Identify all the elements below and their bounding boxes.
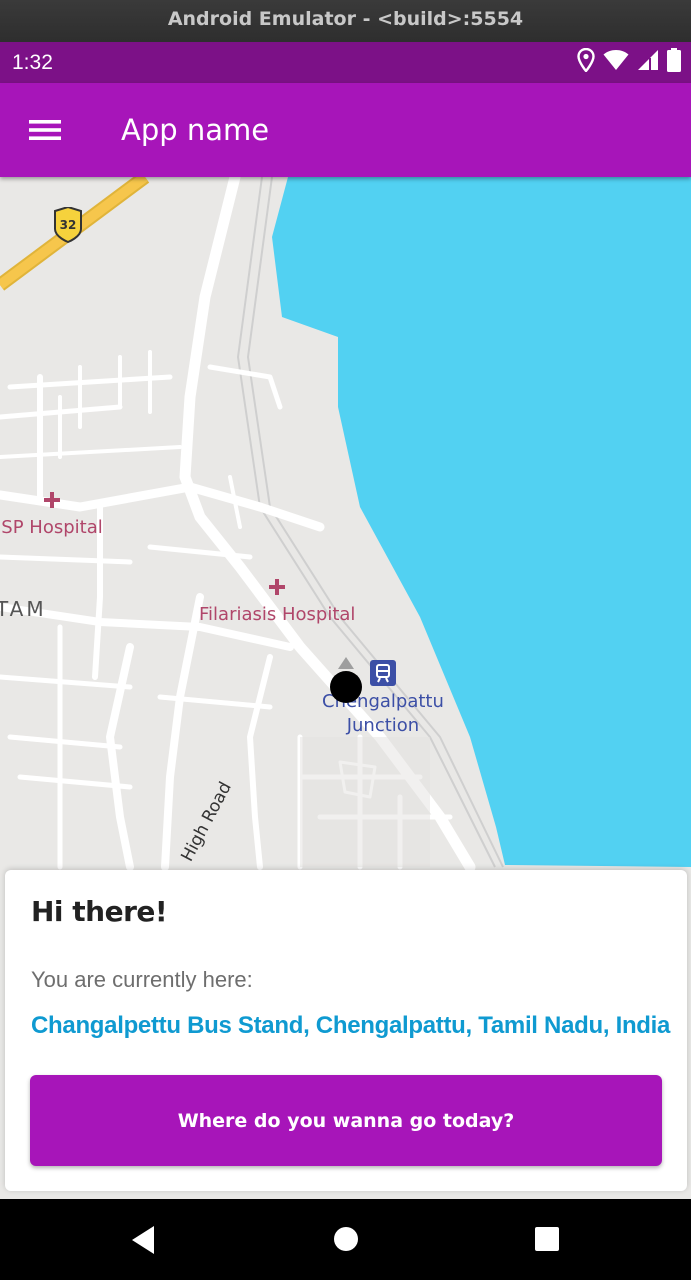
- label-hospital-1: JSP Hospital: [0, 517, 103, 538]
- app-bar: [0, 83, 691, 177]
- recents-button[interactable]: [528, 1222, 564, 1258]
- status-icons: [577, 42, 681, 83]
- label-area: TAM: [0, 597, 47, 621]
- status-time: 1:32: [12, 51, 53, 74]
- app-title: App name: [121, 113, 270, 147]
- emulator-title: Android Emulator - <build>:5554: [167, 8, 524, 30]
- current-location-caption: You are currently here:: [31, 967, 253, 992]
- label-junction-line2: Junction: [346, 715, 420, 736]
- greeting-heading: Hi there!: [31, 895, 168, 928]
- recents-icon: [528, 1227, 564, 1262]
- current-location-text: Changalpettu Bus Stand, Chengalpattu, Ta…: [31, 1012, 671, 1039]
- svg-text:32: 32: [60, 218, 77, 232]
- menu-icon: [18, 120, 66, 156]
- location-icon: [577, 47, 595, 77]
- where-to-go-button[interactable]: Where do you wanna go today?: [30, 1075, 662, 1166]
- battery-icon: [667, 48, 681, 77]
- back-button[interactable]: [126, 1222, 162, 1258]
- wifi-icon: [603, 49, 629, 76]
- home-icon: [328, 1227, 364, 1262]
- menu-button[interactable]: [18, 108, 66, 152]
- home-button[interactable]: [328, 1222, 364, 1258]
- current-location-marker: [330, 671, 362, 703]
- signal-icon: [637, 49, 659, 76]
- back-icon: [126, 1226, 162, 1262]
- label-hospital-2: Filariasis Hospital: [199, 604, 356, 625]
